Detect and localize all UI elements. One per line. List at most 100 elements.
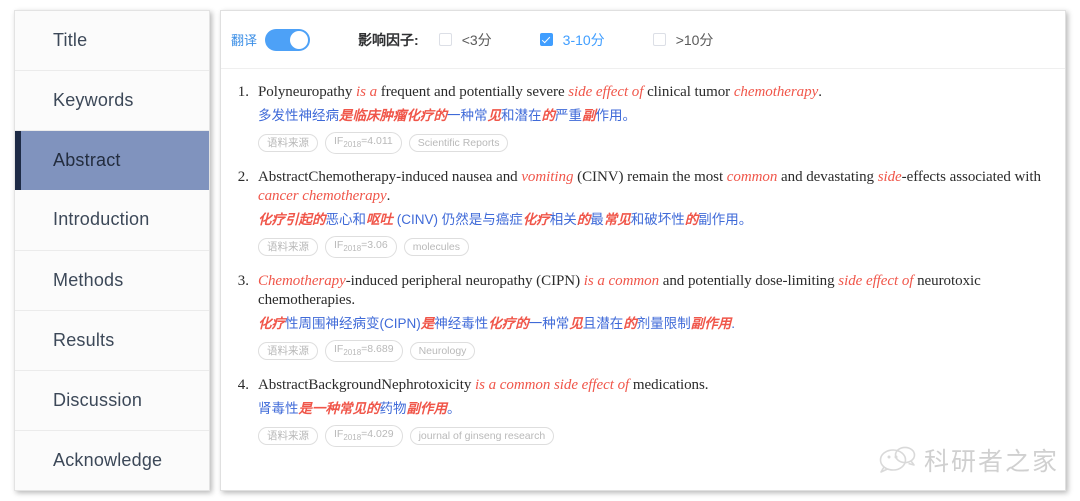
checkbox-empty-icon[interactable]: [652, 33, 666, 46]
plain-text-cn: 一种常: [528, 316, 570, 332]
tag-label: IF: [334, 427, 344, 440]
result-english-sentence: AbstractChemotherapy-induced nausea and …: [258, 168, 1051, 206]
tag-subscript: 2018: [343, 347, 362, 357]
sidebar-item-label: Discussion: [53, 389, 143, 410]
app-root: Title Keywords Abstract Introduction Methods…: [0, 0, 1080, 501]
sidebar-item-discussion[interactable]: Discussion: [15, 370, 209, 431]
plain-text-cn: 。: [738, 212, 753, 228]
tag[interactable]: IF2018=4.029: [325, 425, 403, 448]
impact-factor-checkbox-1[interactable]: 3-10分: [539, 30, 605, 50]
result-body: AbstractChemotherapy-induced nausea and …: [249, 168, 1051, 259]
highlighted-phrase-cn: 常见: [603, 212, 631, 228]
highlighted-phrase-cn: 是一种常见的: [298, 401, 380, 417]
tag-label: 语料来源: [267, 136, 309, 149]
result-chinese-translation: 多发性神经病是临床肿瘤化疗的一种常见和潜在的严重副作用。: [258, 107, 1051, 125]
result-tags: 语料来源 IF2018=8.689 Neurology: [258, 340, 1051, 363]
sidebar-item-label: Keywords: [53, 90, 134, 111]
plain-text-cn: 肾毒性: [258, 401, 299, 417]
tag[interactable]: IF2018=4.011: [325, 132, 402, 155]
tag[interactable]: 语料来源: [258, 134, 318, 153]
tag-label: 语料来源: [267, 344, 309, 357]
tag-subscript: 2018: [343, 243, 362, 253]
result-tags: 语料来源 IF2018=3.06 molecules: [258, 236, 1051, 259]
result-item[interactable]: 4. AbstractBackgroundNephrotoxicity is a …: [227, 376, 1051, 448]
sidebar-item-label: Introduction: [53, 209, 150, 230]
sidebar-item-results[interactable]: Results: [15, 310, 209, 371]
result-number: 3.: [237, 273, 249, 290]
checkbox-empty-icon[interactable]: [438, 33, 452, 46]
plain-text: and potentially dose-limiting: [659, 273, 839, 290]
tag[interactable]: Neurology: [409, 342, 476, 361]
tag[interactable]: IF2018=3.06: [325, 236, 397, 259]
tag-label: Neurology: [418, 344, 467, 357]
tag[interactable]: molecules: [403, 238, 469, 257]
result-item[interactable]: 1. Polyneuropathy is a frequent and poten…: [227, 83, 1051, 155]
tag[interactable]: Scientific Reports: [408, 134, 509, 153]
plain-text: -induced peripheral neuropathy (CIPN): [345, 273, 584, 290]
sidebar-item-keywords[interactable]: Keywords: [15, 71, 209, 132]
highlighted-phrase-cn: 化疗: [522, 212, 550, 228]
impact-factor-checkbox-label: >10分: [675, 31, 714, 48]
tag-value: =4.029: [361, 427, 394, 440]
impact-factor-checkbox-0[interactable]: <3分: [438, 30, 492, 50]
plain-text-cn: 且潜在: [582, 316, 624, 332]
plain-text: (CINV) remain the most: [573, 169, 727, 186]
toggle-knob: [290, 30, 309, 49]
tag-subscript: 2018: [343, 432, 362, 442]
plain-text: and devastating: [777, 169, 878, 186]
sidebar-item-acknowledge[interactable]: Acknowledge: [15, 430, 209, 490]
tag[interactable]: journal of ginseng research: [409, 427, 555, 446]
result-tags: 语料来源 IF2018=4.029 journal of ginseng resea…: [258, 425, 1051, 448]
result-item[interactable]: 3. Chemotherapy-induced peripheral neurop…: [227, 272, 1051, 363]
sidebar-item-title[interactable]: Title: [15, 11, 209, 72]
filter-toolbar: 翻译 影响因子: <3分 3-10分 >10分: [221, 11, 1065, 69]
wechat-bubbles-icon: [879, 446, 916, 473]
tag[interactable]: 语料来源: [258, 238, 318, 257]
sidebar-item-label: Acknowledge: [53, 449, 163, 470]
impact-factor-checkbox-label: <3分: [461, 31, 492, 48]
tag-label: IF: [334, 342, 344, 355]
highlighted-phrase: side effect of: [838, 273, 914, 290]
translate-label: 翻译: [231, 33, 258, 48]
result-number: 1.: [237, 84, 249, 100]
impact-factor-checkbox-2[interactable]: >10分: [652, 30, 714, 50]
plain-text-cn: 一种常: [447, 108, 488, 123]
plain-text-cn: 副作用: [698, 212, 739, 228]
plain-text: .: [818, 84, 822, 100]
plain-text-cn: 神经毒性: [434, 316, 489, 332]
translate-toggle[interactable]: [265, 28, 311, 51]
highlighted-phrase-cn: 呕吐: [366, 212, 393, 228]
highlighted-phrase-cn: 的: [623, 316, 637, 332]
plain-text-cn: 作用: [595, 108, 623, 123]
watermark-text: 科研者之家: [923, 449, 1059, 476]
checkmark-icon[interactable]: [539, 33, 553, 46]
highlighted-phrase: side: [877, 169, 902, 186]
result-english-sentence: Polyneuropathy is a frequent and potenti…: [258, 83, 1051, 102]
highlighted-phrase-cn: 的: [684, 212, 699, 228]
result-item[interactable]: 2. AbstractChemotherapy-induced nausea an…: [227, 168, 1051, 259]
plain-text-cn: 严重: [555, 108, 582, 123]
tag[interactable]: IF2018=8.689: [325, 340, 403, 363]
highlighted-phrase-cn: 化疗引起的: [258, 212, 326, 228]
plain-text: AbstractBackgroundNephrotoxicity: [258, 377, 476, 394]
highlighted-phrase: Chemotherapy: [258, 273, 346, 290]
result-number: 2.: [237, 169, 249, 186]
tag[interactable]: 语料来源: [258, 427, 318, 446]
highlighted-phrase: is a: [356, 84, 378, 100]
highlighted-phrase: cancer chemotherapy: [258, 188, 387, 205]
sidebar-item-introduction[interactable]: Introduction: [15, 190, 209, 251]
tag-subscript: 2018: [343, 139, 362, 149]
tag-label: IF: [334, 238, 344, 251]
result-body: AbstractBackgroundNephrotoxicity is a co…: [249, 376, 1051, 448]
impact-factor-checkbox-group: <3分 3-10分 >10分: [438, 30, 714, 50]
plain-text-cn: 恶心和: [325, 212, 367, 228]
plain-text-cn: 性周围神经病变(CIPN): [285, 316, 421, 332]
highlighted-phrase: common: [726, 169, 778, 186]
plain-text-cn: 多发性神经病: [258, 108, 339, 123]
sidebar-item-abstract[interactable]: Abstract: [15, 131, 209, 191]
tag[interactable]: 语料来源: [258, 342, 318, 361]
result-tags: 语料来源 IF2018=4.011 Scientific Reports: [258, 132, 1051, 155]
sidebar-item-methods[interactable]: Methods: [15, 250, 209, 311]
highlighted-phrase-cn: 副作用: [406, 401, 448, 417]
tag-value: =8.689: [361, 342, 394, 355]
